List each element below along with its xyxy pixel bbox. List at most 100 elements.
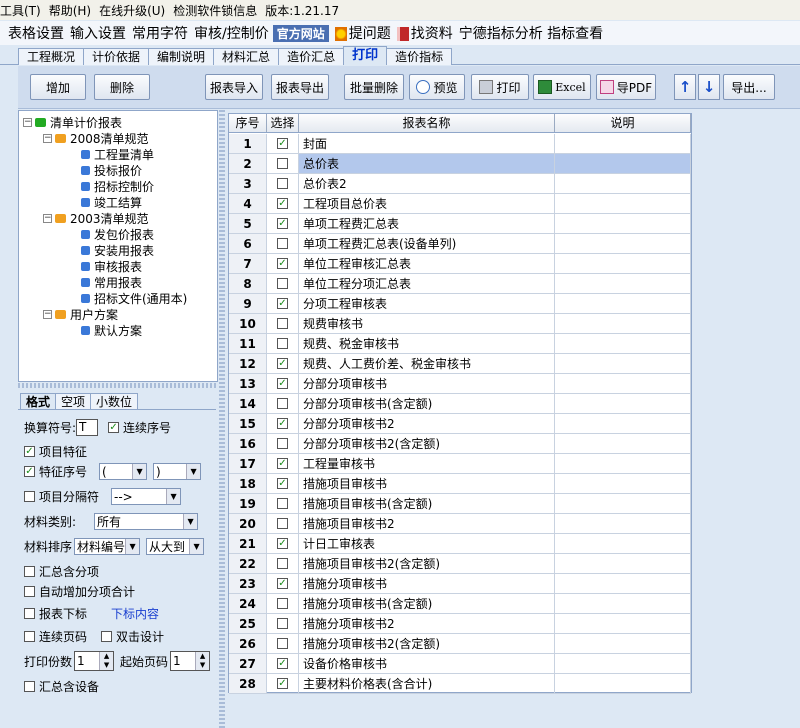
report-name-cell[interactable]: 主要材料价格表(含合计)	[299, 674, 555, 693]
report-note-cell[interactable]	[555, 454, 691, 473]
report-name-cell[interactable]: 分部分项审核书2(含定额)	[299, 434, 555, 453]
table-row[interactable]: 2 总价表	[229, 154, 691, 174]
report-name-cell[interactable]: 单项工程费汇总表(设备单列)	[299, 234, 555, 253]
report-name-cell[interactable]: 单位工程审核汇总表	[299, 254, 555, 273]
row-select-checkbox[interactable]: ✓	[277, 358, 288, 369]
table-row[interactable]: 20 措施项目审核书2	[229, 514, 691, 534]
report-note-cell[interactable]	[555, 134, 691, 153]
copies-spinner[interactable]: 1 ▲ ▼	[74, 651, 115, 671]
table-row[interactable]: 14 分部分项审核书(含定额)	[229, 394, 691, 414]
report-note-cell[interactable]	[555, 474, 691, 493]
table-row[interactable]: 7 ✓ 单位工程审核汇总表	[229, 254, 691, 274]
report-note-cell[interactable]	[555, 514, 691, 533]
horizontal-splitter[interactable]	[18, 383, 218, 388]
row-select-checkbox[interactable]	[277, 238, 288, 249]
row-select-checkbox[interactable]	[277, 338, 288, 349]
table-row[interactable]: 8 单位工程分项汇总表	[229, 274, 691, 294]
report-name-cell[interactable]: 工程量审核书	[299, 454, 555, 473]
report-note-cell[interactable]	[555, 594, 691, 613]
spin-arrows-icon[interactable]: ▲ ▼	[99, 652, 114, 670]
report-note-cell[interactable]	[555, 554, 691, 573]
report-name-cell[interactable]: 总价表2	[299, 174, 555, 193]
row-select-checkbox[interactable]	[277, 438, 288, 449]
row-select-checkbox[interactable]	[277, 318, 288, 329]
report-name-cell[interactable]: 措施分项审核书(含定额)	[299, 594, 555, 613]
row-select-checkbox[interactable]: ✓	[277, 218, 288, 229]
material-type-select[interactable]: 所有 ▼	[94, 513, 199, 530]
tree-item[interactable]: 招标控制价	[81, 178, 154, 194]
collapse-icon[interactable]: −	[43, 133, 52, 143]
tree-item[interactable]: 竣工结算	[81, 194, 142, 210]
menu-common-chars[interactable]: 常用字符	[132, 23, 188, 43]
table-row[interactable]: 19 措施项目审核书(含定额)	[229, 494, 691, 514]
separator-select[interactable]: --> ▼	[111, 488, 182, 505]
report-note-cell[interactable]	[555, 654, 691, 673]
menu-online-upgrade[interactable]: 在线升级(U)	[99, 2, 173, 19]
tab-decimals[interactable]: 小数位	[90, 393, 139, 409]
tree-node-root[interactable]: − 清单计价报表	[23, 114, 122, 130]
continuous-page-checkbox[interactable]	[24, 631, 35, 642]
row-select-checkbox[interactable]: ✓	[277, 138, 288, 149]
find-material-link[interactable]: 找资料	[396, 23, 453, 43]
table-row[interactable]: 4 ✓ 工程项目总价表	[229, 194, 691, 214]
menu-table-settings[interactable]: 表格设置	[8, 23, 64, 43]
report-name-cell[interactable]: 规费、税金审核书	[299, 334, 555, 353]
collapse-icon[interactable]: −	[43, 309, 52, 319]
report-name-cell[interactable]: 分部分项审核书2	[299, 414, 555, 433]
sort-order-select[interactable]: 从大到 ▼	[146, 538, 205, 555]
report-name-cell[interactable]: 总价表	[299, 154, 555, 173]
tree-item[interactable]: 投标报价	[81, 162, 142, 178]
tree-item[interactable]: 默认方案	[81, 322, 142, 338]
tree-node-2008[interactable]: − 2008清单规范	[43, 130, 149, 146]
tree-item[interactable]: 工程量清单	[81, 146, 154, 162]
row-select-checkbox[interactable]	[277, 598, 288, 609]
table-row[interactable]: 13 ✓ 分部分项审核书	[229, 374, 691, 394]
table-row[interactable]: 17 ✓ 工程量审核书	[229, 454, 691, 474]
report-import-button[interactable]: 报表导入	[205, 74, 263, 100]
table-row[interactable]: 23 ✓ 措施分项审核书	[229, 574, 691, 594]
report-name-cell[interactable]: 规费审核书	[299, 314, 555, 333]
row-select-checkbox[interactable]: ✓	[277, 418, 288, 429]
indicator-analysis-link[interactable]: 宁德指标分析 指标查看	[459, 23, 603, 43]
report-name-cell[interactable]: 措施分项审核书2(含定额)	[299, 634, 555, 653]
tree-item[interactable]: 常用报表	[81, 274, 142, 290]
report-note-cell[interactable]	[555, 174, 691, 193]
report-name-cell[interactable]: 计日工审核表	[299, 534, 555, 553]
report-note-cell[interactable]	[555, 234, 691, 253]
preview-button[interactable]: 预览	[409, 74, 465, 100]
report-export-button[interactable]: 报表导出	[271, 74, 329, 100]
double-click-design-checkbox[interactable]	[101, 631, 113, 642]
menu-help[interactable]: 帮助(H)	[49, 2, 99, 19]
add-button[interactable]: 增加	[30, 74, 86, 100]
report-name-cell[interactable]: 规费、人工费价差、税金审核书	[299, 354, 555, 373]
report-note-cell[interactable]	[555, 214, 691, 233]
row-select-checkbox[interactable]: ✓	[277, 378, 288, 389]
report-name-cell[interactable]: 分部分项审核书(含定额)	[299, 394, 555, 413]
row-select-checkbox[interactable]: ✓	[277, 578, 288, 589]
report-note-cell[interactable]	[555, 674, 691, 693]
row-select-checkbox[interactable]	[277, 278, 288, 289]
table-row[interactable]: 15 ✓ 分部分项审核书2	[229, 414, 691, 434]
collapse-icon[interactable]: −	[23, 117, 32, 127]
table-row[interactable]: 26 措施分项审核书2(含定额)	[229, 634, 691, 654]
report-name-cell[interactable]: 措施项目审核书2(含定额)	[299, 554, 555, 573]
table-row[interactable]: 11 规费、税金审核书	[229, 334, 691, 354]
tab-empty-items[interactable]: 空项	[55, 393, 92, 409]
serial-checkbox[interactable]: ✓	[108, 422, 120, 433]
table-row[interactable]: 28 ✓ 主要材料价格表(含合计)	[229, 674, 691, 694]
table-row[interactable]: 9 ✓ 分项工程审核表	[229, 294, 691, 314]
start-page-spinner[interactable]: 1 ▲ ▼	[170, 651, 211, 671]
summary-items-checkbox[interactable]	[24, 566, 35, 577]
row-select-checkbox[interactable]	[277, 518, 288, 529]
tab-cost-summary[interactable]: 造价汇总	[278, 48, 345, 65]
table-row[interactable]: 24 措施分项审核书(含定额)	[229, 594, 691, 614]
spin-arrows-icon[interactable]: ▲ ▼	[195, 652, 210, 670]
row-select-checkbox[interactable]	[277, 618, 288, 629]
tree-item[interactable]: 审核报表	[81, 258, 142, 274]
feature-serial-checkbox[interactable]: ✓	[24, 466, 35, 477]
table-row[interactable]: 1 ✓ 封面	[229, 134, 691, 154]
table-row[interactable]: 6 单项工程费汇总表(设备单列)	[229, 234, 691, 254]
table-row[interactable]: 18 ✓ 措施项目审核书	[229, 474, 691, 494]
table-row[interactable]: 25 措施分项审核书2	[229, 614, 691, 634]
row-select-checkbox[interactable]	[277, 178, 288, 189]
